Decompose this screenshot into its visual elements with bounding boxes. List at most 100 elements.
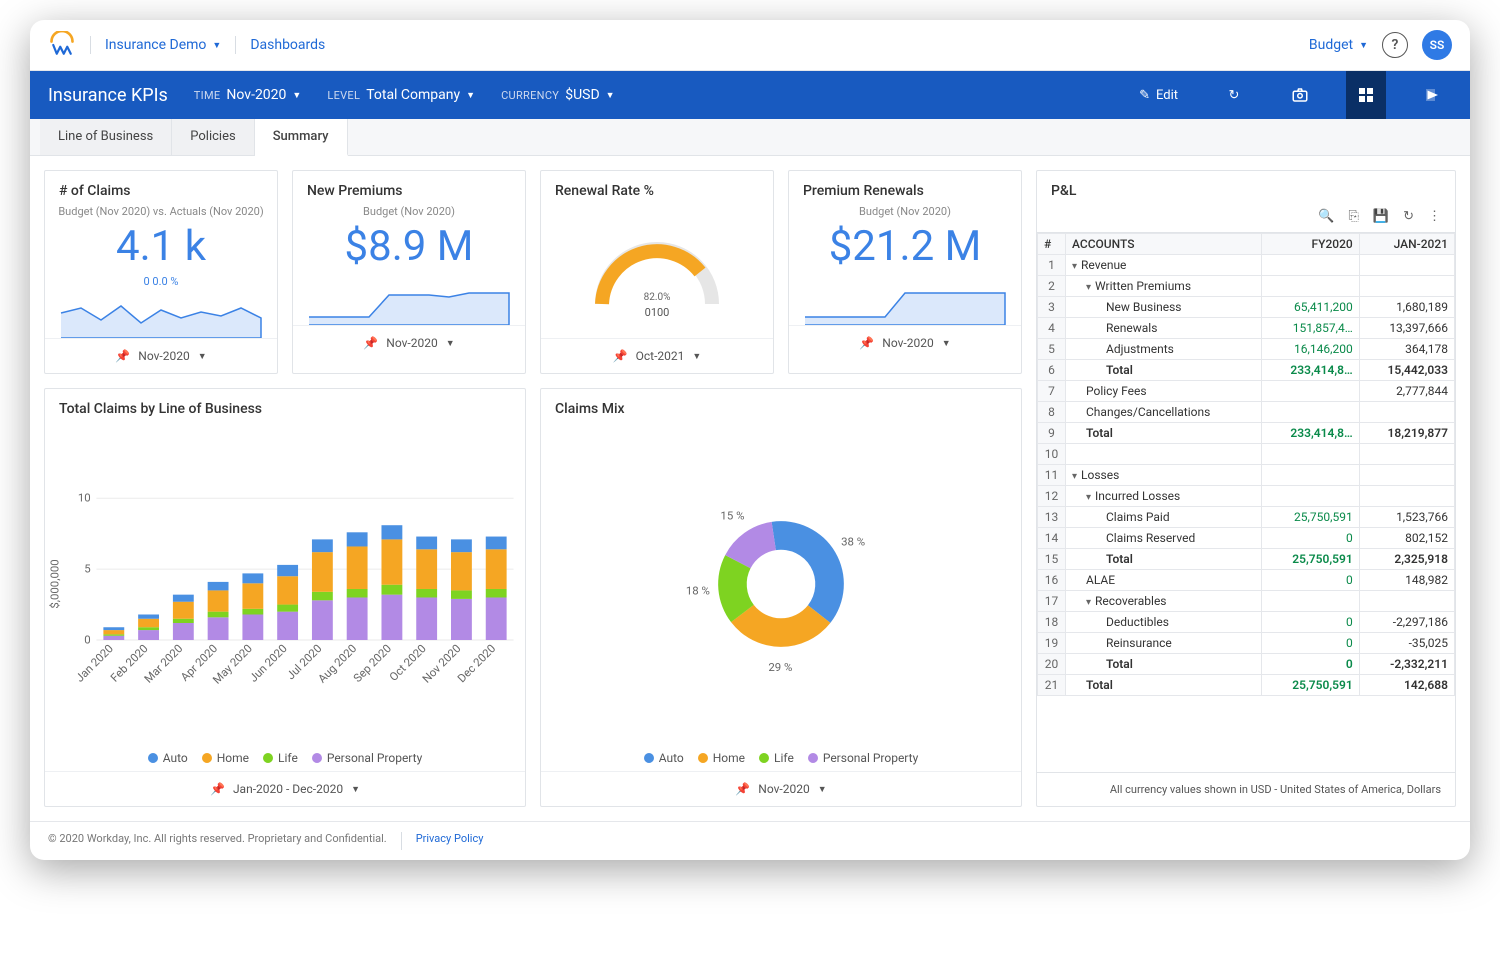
card-foot-date[interactable]: Oct-2021 xyxy=(636,349,685,363)
refresh-icon[interactable]: ↻ xyxy=(1214,71,1254,119)
present-icon[interactable] xyxy=(1412,71,1452,119)
svg-text:38 %: 38 % xyxy=(841,534,865,548)
edit-button[interactable]: ✎Edit xyxy=(1129,71,1188,119)
card-foot-date[interactable]: Nov-2020 xyxy=(758,782,809,796)
card-foot-date[interactable]: Jan-2020 - Dec-2020 xyxy=(233,782,343,796)
chevron-down-icon: ▼ xyxy=(818,784,827,795)
card-subtitle: Budget (Nov 2020) vs. Actuals (Nov 2020) xyxy=(45,205,277,218)
col-fy2020[interactable]: FY2020 xyxy=(1262,234,1360,255)
svg-text:Aug 2020: Aug 2020 xyxy=(315,641,359,685)
table-row[interactable]: 17 ▾Recoverables xyxy=(1038,591,1455,612)
svg-text:10: 10 xyxy=(78,491,91,505)
nav-dashboards[interactable]: Dashboards xyxy=(250,37,325,53)
table-row[interactable]: 15 Total 25,750,591 2,325,918 xyxy=(1038,549,1455,570)
card-foot-date[interactable]: Nov-2020 xyxy=(386,336,437,350)
table-row[interactable]: 10 xyxy=(1038,444,1455,465)
svg-text:0: 0 xyxy=(84,632,90,646)
tab-line-of-business[interactable]: Line of Business xyxy=(40,119,172,155)
pnl-footer: All currency values shown in USD - Unite… xyxy=(1037,772,1455,806)
card-claims-mix: Claims Mix 38 %29 %18 %15 % Auto Home Li… xyxy=(540,388,1022,807)
table-row[interactable]: 14 Claims Reserved 0 802,152 xyxy=(1038,528,1455,549)
divider xyxy=(90,36,91,54)
svg-text:18 %: 18 % xyxy=(686,584,710,598)
chevron-down-icon: ▼ xyxy=(466,90,475,101)
table-row[interactable]: 4 Renewals 151,857,4… 13,397,666 xyxy=(1038,318,1455,339)
export-icon[interactable]: ⎘ xyxy=(1349,209,1359,224)
table-row[interactable]: 5 Adjustments 16,146,200 364,178 xyxy=(1038,339,1455,360)
page-title: Insurance KPIs xyxy=(48,85,168,106)
avatar[interactable]: SS xyxy=(1422,30,1452,60)
chevron-down-icon: ▼ xyxy=(606,90,615,101)
metric-claims: 4.1 k xyxy=(45,218,277,275)
bluebar: Insurance KPIs TIMENov-2020▼ LEVELTotal … xyxy=(30,71,1470,119)
svg-text:5: 5 xyxy=(84,562,90,576)
card-title: # of Claims xyxy=(45,171,277,205)
card-title: Renewal Rate % xyxy=(541,171,773,205)
chart-total-claims: 0510$,000,000Jan 2020Feb 2020Mar 2020Apr… xyxy=(45,423,525,745)
filter-level[interactable]: LEVELTotal Company▼ xyxy=(327,87,475,103)
pin-icon[interactable]: 📌 xyxy=(210,782,225,796)
chevron-down-icon: ▼ xyxy=(198,351,207,362)
table-row[interactable]: 9 Total 233,414,8… 18,219,877 xyxy=(1038,423,1455,444)
card-title: P&L xyxy=(1037,171,1455,205)
col-accounts[interactable]: ACCOUNTS xyxy=(1066,234,1262,255)
card-subtitle: Budget (Nov 2020) xyxy=(789,205,1021,218)
card-title: Premium Renewals xyxy=(789,171,1021,205)
svg-text:15 %: 15 % xyxy=(720,509,744,523)
spark-premiums xyxy=(293,275,525,325)
pin-icon[interactable]: 📌 xyxy=(613,349,628,363)
camera-icon[interactable] xyxy=(1280,71,1320,119)
search-icon[interactable]: 🔍 xyxy=(1318,209,1334,224)
pnl-table[interactable]: # ACCOUNTS FY2020 JAN-2021 1 ▾Revenue 2 … xyxy=(1037,233,1455,696)
topbar: Insurance Demo▼ Dashboards Budget▼ ? SS xyxy=(30,20,1470,71)
table-row[interactable]: 8 Changes/Cancellations xyxy=(1038,402,1455,423)
card-claims: # of Claims Budget (Nov 2020) vs. Actual… xyxy=(44,170,278,374)
tab-policies[interactable]: Policies xyxy=(172,119,254,155)
table-row[interactable]: 1 ▾Revenue xyxy=(1038,255,1455,276)
more-icon[interactable]: ⋮ xyxy=(1428,209,1441,224)
card-title: Claims Mix xyxy=(541,389,1021,423)
card-premiums: New Premiums Budget (Nov 2020) $8.9 M 📌N… xyxy=(292,170,526,374)
save-icon[interactable]: 💾 xyxy=(1373,209,1389,224)
project-dropdown[interactable]: Insurance Demo▼ xyxy=(105,37,221,53)
pin-icon[interactable]: 📌 xyxy=(735,782,750,796)
tabs: Line of Business Policies Summary xyxy=(30,119,1470,156)
table-row[interactable]: 20 Total 0 -2,332,211 xyxy=(1038,654,1455,675)
chevron-down-icon: ▼ xyxy=(1359,40,1368,51)
svg-text:Mar 2020: Mar 2020 xyxy=(141,641,185,685)
gauge-renewal: 82.0% xyxy=(582,224,732,314)
table-row[interactable]: 16 ALAE 0 148,982 xyxy=(1038,570,1455,591)
grid-view-icon[interactable] xyxy=(1346,71,1386,119)
table-row[interactable]: 19 Reinsurance 0 -35,025 xyxy=(1038,633,1455,654)
pin-icon[interactable]: 📌 xyxy=(115,349,130,363)
table-row[interactable]: 3 New Business 65,411,200 1,680,189 xyxy=(1038,297,1455,318)
budget-dropdown[interactable]: Budget▼ xyxy=(1309,37,1368,53)
chevron-down-icon: ▼ xyxy=(292,90,301,101)
footer: © 2020 Workday, Inc. All rights reserved… xyxy=(30,821,1470,860)
privacy-policy-link[interactable]: Privacy Policy xyxy=(416,832,484,850)
table-row[interactable]: 21 Total 25,750,591 142,688 xyxy=(1038,675,1455,696)
svg-text:Jun 2020: Jun 2020 xyxy=(246,641,289,684)
table-row[interactable]: 13 Claims Paid 25,750,591 1,523,766 xyxy=(1038,507,1455,528)
pin-icon[interactable]: 📌 xyxy=(363,336,378,350)
svg-text:82.0%: 82.0% xyxy=(644,292,671,303)
table-row[interactable]: 12 ▾Incurred Losses xyxy=(1038,486,1455,507)
card-total-claims: Total Claims by Line of Business 0510$,0… xyxy=(44,388,526,807)
table-row[interactable]: 18 Deductibles 0 -2,297,186 xyxy=(1038,612,1455,633)
filter-time[interactable]: TIMENov-2020▼ xyxy=(194,87,302,103)
pin-icon[interactable]: 📌 xyxy=(859,336,874,350)
table-row[interactable]: 7 Policy Fees 2,777,844 xyxy=(1038,381,1455,402)
card-foot-date[interactable]: Nov-2020 xyxy=(882,336,933,350)
table-row[interactable]: 6 Total 233,414,8… 15,442,033 xyxy=(1038,360,1455,381)
help-icon[interactable]: ? xyxy=(1382,32,1408,58)
table-row[interactable]: 2 ▾Written Premiums xyxy=(1038,276,1455,297)
refresh-icon[interactable]: ↻ xyxy=(1403,209,1414,224)
filter-currency[interactable]: CURRENCY$USD▼ xyxy=(501,87,615,103)
card-pnl: P&L 🔍 ⎘ 💾 ↻ ⋮ # ACCOUNTS FY2020 JAN-2021… xyxy=(1036,170,1456,807)
svg-text:29 %: 29 % xyxy=(768,660,792,674)
svg-text:Dec 2020: Dec 2020 xyxy=(454,641,498,685)
tab-summary[interactable]: Summary xyxy=(255,119,348,156)
col-jan2021[interactable]: JAN-2021 xyxy=(1359,234,1454,255)
table-row[interactable]: 11 ▾Losses xyxy=(1038,465,1455,486)
card-foot-date[interactable]: Nov-2020 xyxy=(138,349,189,363)
